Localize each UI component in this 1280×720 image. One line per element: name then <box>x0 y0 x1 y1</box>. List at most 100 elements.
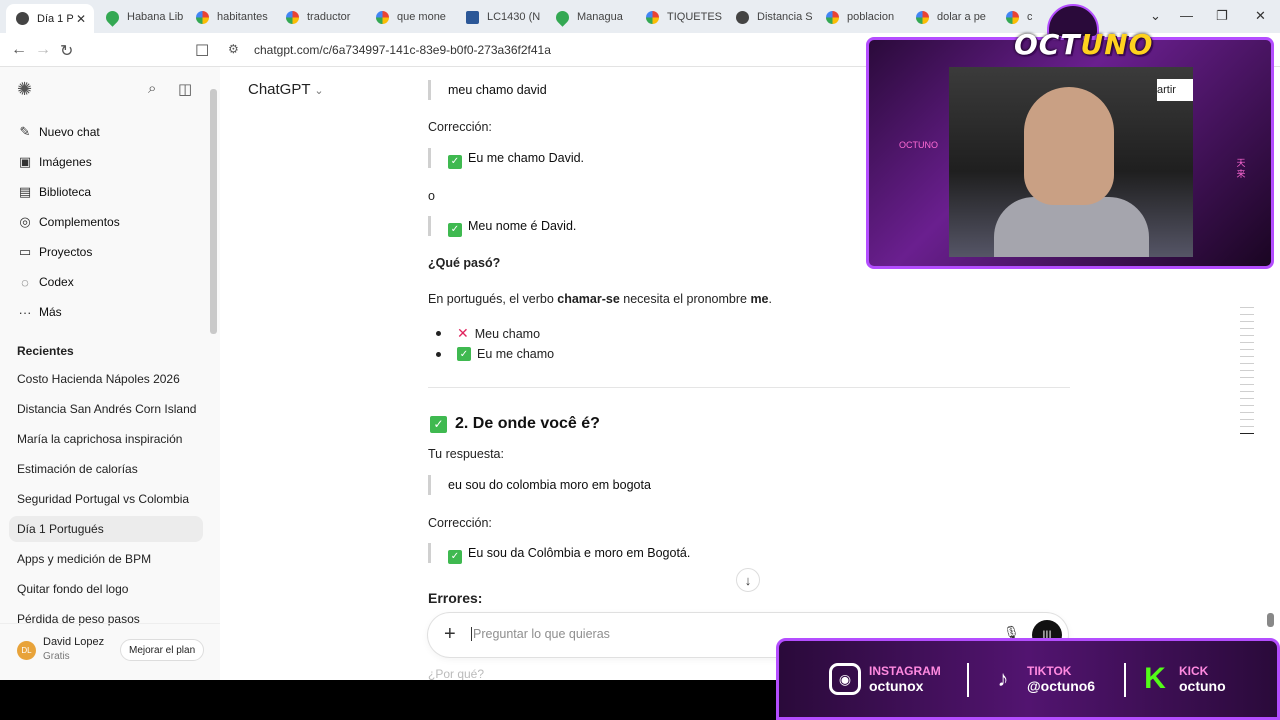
browser-tab[interactable]: LC1430 (N <box>456 4 544 30</box>
correction-text: Meu nome é David. <box>468 219 577 233</box>
correction-3: ✓ Eu sou da Colômbia e moro em Bogotá. <box>428 543 690 564</box>
correction-label: Corrección: <box>428 120 492 134</box>
faded-text: ¿Por qué? <box>428 667 485 680</box>
avatar[interactable]: DL <box>17 641 36 660</box>
tiktok-link: ♪ TIKTOK @octuno6 <box>987 663 1096 695</box>
close-window-icon[interactable]: ✕ <box>1255 8 1266 24</box>
browser-tab[interactable]: Habana Lib <box>96 4 184 30</box>
chat-history-item[interactable]: Estimación de calorías <box>9 456 203 482</box>
sidebar-item-images[interactable]: ▣ Imágenes <box>17 151 92 173</box>
google-icon <box>916 10 929 24</box>
model-selector[interactable]: ChatGPT ⌄ <box>248 81 324 98</box>
sidebar-item-label: Biblioteca <box>39 185 92 199</box>
url-field[interactable]: chatgpt.com/c/6a734997-141c-83e9-b0f0-27… <box>254 43 551 57</box>
sidebar-item-projects[interactable]: ▭ Proyectos <box>17 241 93 263</box>
occluded-text: artir <box>1157 79 1193 101</box>
close-tab-icon[interactable]: ✕ <box>76 12 86 26</box>
social-links-bar: ◉ INSTAGRAM octunox ♪ TIKTOK @octuno6 K KI… <box>776 638 1280 720</box>
kick-link: K KICK octuno <box>1139 662 1226 695</box>
what-happened-heading: ¿Qué pasó? <box>428 256 501 270</box>
chat-history-item[interactable]: Seguridad Portugal vs Colombia <box>9 486 203 512</box>
sidebar-toggle-icon[interactable]: ◫ <box>178 80 192 98</box>
recent-label: Recientes <box>17 344 74 358</box>
conversation-minimap[interactable] <box>1240 307 1256 440</box>
chat-history-item[interactable]: Quitar fondo del logo <box>9 576 203 602</box>
side-tag-left: OCTUNO <box>899 140 938 150</box>
chat-history-item[interactable]: Costo Hacienda Nápoles 2026 <box>9 366 203 392</box>
check-icon: ✓ <box>448 550 462 564</box>
right-form: Eu me chamo <box>477 347 555 361</box>
divider <box>428 387 1070 388</box>
maximize-icon[interactable]: ❐ <box>1216 8 1228 24</box>
list-item-right: ✓ Eu me chamo <box>436 347 554 361</box>
correction-text: Eu me chamo David. <box>468 151 585 165</box>
social-handle: octunox <box>869 678 924 694</box>
browser-tab[interactable]: traductor <box>276 4 364 30</box>
reload-icon[interactable]: ↻ <box>60 41 73 61</box>
forward-icon[interactable]: → <box>35 41 51 59</box>
webcam-overlay: OCTUNO OCTUNO 天来 artir <box>866 4 1274 269</box>
check-icon: ✓ <box>430 415 447 433</box>
tab-title: cl <box>1027 11 1032 23</box>
browser-tab[interactable]: Día 1 P ✕ <box>6 4 94 33</box>
chat-history-item[interactable]: Día 1 Portugués <box>9 516 203 542</box>
sidebar-scrollbar[interactable] <box>210 89 217 334</box>
upgrade-plan-button[interactable]: Mejorar el plan <box>120 639 205 661</box>
tab-list-icon[interactable]: ⌄ <box>1150 8 1161 24</box>
sidebar-item-new-chat[interactable]: ✎ Nuevo chat <box>17 121 100 143</box>
explanation-part: necesita el pronombre <box>619 292 751 306</box>
bookmark-icon[interactable]: ☐ <box>195 41 209 61</box>
browser-tab[interactable]: habitantes <box>186 4 274 30</box>
quoted-answer-1: meu chamo david <box>428 80 547 100</box>
sidebar-item-label: Codex <box>39 275 74 289</box>
quoted-answer-2: eu sou do colombia moro em bogota <box>428 475 651 495</box>
sidebar-item-library[interactable]: ▤ Biblioteca <box>17 181 91 203</box>
maps-icon <box>103 7 122 27</box>
check-icon: ✓ <box>457 347 471 361</box>
check-icon: ✓ <box>448 155 462 169</box>
plugins-icon: ◎ <box>19 214 31 229</box>
chat-history-item[interactable]: María la caprichosa inspiración <box>9 426 203 452</box>
site-info-icon[interactable]: ⚙ <box>228 42 239 56</box>
scroll-down-button[interactable]: ↓ <box>736 568 760 592</box>
tab-title: TIQUETES <box>667 11 723 23</box>
back-icon[interactable]: ← <box>11 41 27 59</box>
sidebar-item-plugins[interactable]: ◎ Complementos <box>17 211 120 233</box>
tab-title: Distancia S <box>757 11 813 23</box>
minimize-icon[interactable]: — <box>1180 8 1193 23</box>
search-icon[interactable]: ⌕ <box>148 80 156 97</box>
browser-tab[interactable]: TIQUETES <box>636 4 724 30</box>
section-heading: ✓ 2. De onde você é? <box>430 415 600 433</box>
separator <box>1124 663 1126 697</box>
library-icon: ▤ <box>18 184 32 199</box>
google-icon <box>646 10 659 24</box>
browser-tab[interactable]: poblacion <box>816 4 904 30</box>
browser-tab[interactable]: Managua <box>546 4 634 30</box>
sidebar-item-codex[interactable]: ◌ Codex <box>17 271 74 293</box>
tab-title: Día 1 P <box>37 12 74 25</box>
openai-logo-icon[interactable]: ✺ <box>17 79 32 100</box>
browser-tab[interactable]: Distancia S <box>726 4 814 30</box>
cross-icon: ✕ <box>457 325 469 341</box>
instagram-link: ◉ INSTAGRAM octunox <box>829 663 941 695</box>
chat-history-item[interactable]: Distancia San Andrés Corn Island <box>9 396 203 422</box>
user-plan: Gratis <box>43 651 70 662</box>
tab-title: Managua <box>577 11 623 23</box>
chatgpt-icon <box>16 12 29 25</box>
main-scrollbar[interactable] <box>1267 613 1274 627</box>
webcam-subject-shirt <box>994 197 1149 257</box>
more-icon: ··· <box>18 304 32 320</box>
social-name: INSTAGRAM <box>869 664 941 678</box>
chat-history-item[interactable]: Apps y medición de BPM <box>9 546 203 572</box>
browser-tab[interactable]: que mone <box>366 4 454 30</box>
plus-icon[interactable]: + <box>444 623 456 646</box>
sidebar-item-label: Complementos <box>39 215 120 229</box>
model-name: ChatGPT <box>248 81 311 98</box>
message-input[interactable]: Preguntar lo que quieras <box>471 627 610 641</box>
webcam-video: artir <box>949 67 1193 257</box>
browser-tab[interactable]: cl <box>996 4 1032 30</box>
browser-tab[interactable]: dolar a pe <box>906 4 994 30</box>
sidebar-item-more[interactable]: ··· Más <box>17 301 62 323</box>
google-icon <box>1006 10 1019 24</box>
user-profile-row[interactable]: DL David Lopez Gratis Mejorar el plan <box>0 623 220 680</box>
